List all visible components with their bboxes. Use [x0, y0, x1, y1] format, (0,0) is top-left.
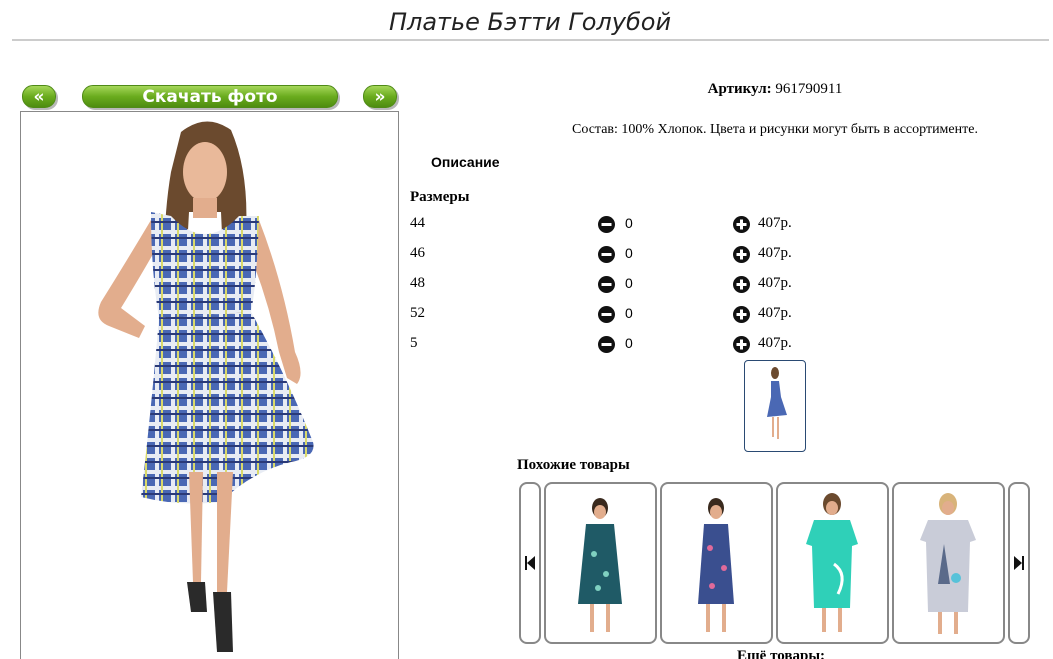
skip-back-icon [525, 556, 535, 570]
size-row: 48 0 407р. [410, 275, 830, 295]
article-number: Артикул: 961790911 [650, 81, 900, 98]
minus-circle-icon[interactable] [598, 336, 615, 353]
plus-circle-icon[interactable] [733, 336, 750, 353]
quantity-value: 0 [625, 335, 633, 351]
price-value: 407р. [758, 245, 792, 261]
price-value: 407р. [758, 305, 792, 321]
price-value: 407р. [758, 275, 792, 291]
size-label: 44 [410, 215, 425, 231]
minus-circle-icon[interactable] [598, 306, 615, 323]
download-photo-button[interactable]: Скачать фото [82, 85, 338, 108]
quantity-value: 0 [625, 215, 633, 231]
more-products-heading: Ещё товары: [737, 648, 826, 659]
grey-paris-nightshirt-image [920, 493, 976, 634]
skip-forward-icon [1014, 556, 1024, 570]
carousel-prev-button[interactable] [519, 482, 541, 644]
plus-circle-icon[interactable] [733, 276, 750, 293]
main-product-photo[interactable] [20, 111, 399, 659]
price-value: 407р. [758, 215, 792, 231]
page-title: Платье Бэтти Голубой [388, 8, 672, 36]
sizes-heading: Размеры [410, 189, 470, 205]
description-tab[interactable]: Описание [431, 154, 500, 170]
article-value: 961790911 [775, 81, 843, 97]
size-label: 52 [410, 305, 425, 321]
similar-products-heading: Похожие товары [517, 457, 630, 473]
size-label: 46 [410, 245, 425, 261]
title-divider [12, 39, 1049, 41]
photo-thumbnail[interactable] [744, 360, 806, 452]
blue-floral-dress-image [698, 498, 734, 632]
size-row: 52 0 407р. [410, 305, 830, 325]
size-row: 46 0 407р. [410, 245, 830, 265]
carousel-next-button[interactable] [1008, 482, 1030, 644]
thumbnail-dress-image [767, 367, 787, 439]
similar-product-card[interactable] [544, 482, 657, 644]
plus-circle-icon[interactable] [733, 216, 750, 233]
turquoise-nightshirt-image [806, 493, 858, 632]
model-in-checked-dress-image [98, 121, 314, 652]
plus-circle-icon[interactable] [733, 306, 750, 323]
dark-teal-floral-dress-image [578, 498, 622, 632]
quantity-value: 0 [625, 275, 633, 291]
plus-circle-icon[interactable] [733, 246, 750, 263]
similar-product-card[interactable] [892, 482, 1005, 644]
previous-photo-button[interactable]: « [22, 85, 56, 108]
size-label: 48 [410, 275, 425, 291]
minus-circle-icon[interactable] [598, 216, 615, 233]
size-label: 5 [410, 335, 418, 351]
size-row: 44 0 407р. [410, 215, 830, 235]
quantity-value: 0 [625, 305, 633, 321]
similar-product-card[interactable] [660, 482, 773, 644]
similar-product-card[interactable] [776, 482, 889, 644]
minus-circle-icon[interactable] [598, 246, 615, 263]
size-row: 5 0 407р. [410, 335, 830, 355]
minus-circle-icon[interactable] [598, 276, 615, 293]
article-label: Артикул: [707, 81, 772, 97]
quantity-value: 0 [625, 245, 633, 261]
price-value: 407р. [758, 335, 792, 351]
composition-text: Состав: 100% Хлопок. Цвета и рисунки мог… [572, 122, 978, 137]
next-photo-button[interactable]: » [363, 85, 397, 108]
